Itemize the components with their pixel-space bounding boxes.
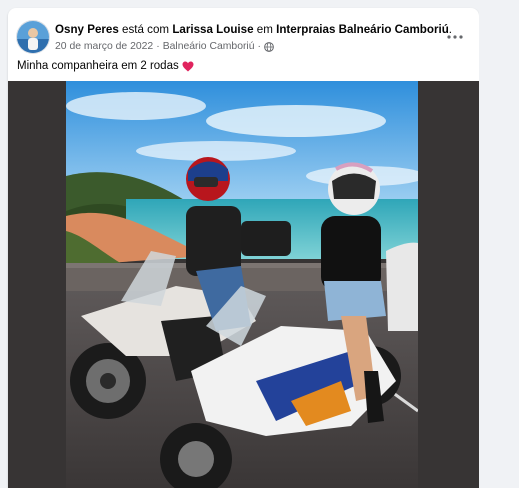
more-options-button[interactable]: [441, 27, 469, 47]
author-name-link[interactable]: Osny Peres: [55, 23, 119, 36]
location-link[interactable]: Interpraias Balneário Camboriú: [276, 23, 449, 36]
meta-separator-2: ·: [257, 41, 261, 52]
at-text: em: [256, 23, 273, 36]
post-caption: Minha companheira em 2 rodas: [17, 59, 194, 73]
photo-frame: [8, 81, 479, 488]
with-text: está com: [122, 23, 170, 36]
post-header: Osny Peres está com Larissa Louise em In…: [55, 23, 452, 37]
avatar-image: [17, 21, 49, 53]
post-date-link[interactable]: 20 de março de 2022: [55, 40, 153, 53]
author-avatar[interactable]: [16, 20, 50, 54]
red-heart-icon: [182, 61, 194, 71]
post-meta: 20 de março de 2022 · Balneário Camboriú…: [55, 40, 274, 53]
tagged-user-link[interactable]: Larissa Louise: [172, 23, 253, 36]
post-card: Osny Peres está com Larissa Louise em In…: [8, 8, 479, 488]
page-background-strip: [479, 0, 519, 488]
globe-icon[interactable]: [264, 41, 274, 52]
caption-text: Minha companheira em 2 rodas: [17, 60, 179, 72]
meta-separator: ·: [156, 41, 160, 52]
post-photo[interactable]: [66, 81, 418, 488]
photo-motorcycles: [66, 81, 418, 488]
more-options-icon: [447, 35, 463, 39]
place-link[interactable]: Balneário Camboriú: [163, 40, 255, 53]
